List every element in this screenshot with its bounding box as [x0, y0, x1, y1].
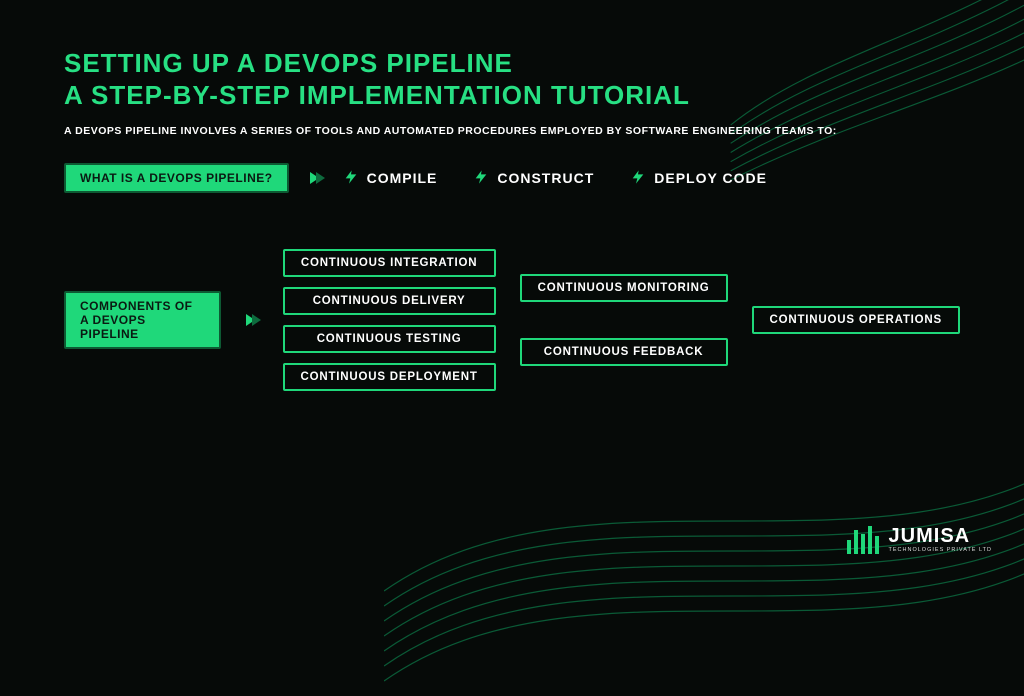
- logo-mark-icon: [847, 526, 879, 554]
- logo-text: JUMISA TECHNOLOGIES PRIVATE LTD: [889, 526, 992, 554]
- component-item: CONTINUOUS FEEDBACK: [520, 338, 728, 366]
- component-item: CONTINUOUS DELIVERY: [283, 287, 496, 315]
- section-components: COMPONENTS OF A DEVOPS PIPELINE CONTINUO…: [64, 249, 960, 391]
- title-line-1: SETTING UP A DEVOPS PIPELINE: [64, 48, 513, 78]
- component-item: CONTINUOUS DEPLOYMENT: [283, 363, 496, 391]
- action-label: COMPILE: [367, 170, 438, 186]
- action-construct: CONSTRUCT: [473, 169, 594, 188]
- bolt-icon: [630, 169, 646, 188]
- logo-name: JUMISA: [889, 526, 992, 546]
- page-title: SETTING UP A DEVOPS PIPELINE A STEP-BY-S…: [64, 48, 960, 111]
- components-col-3: CONTINUOUS OPERATIONS: [752, 306, 960, 334]
- logo-subtitle: TECHNOLOGIES PRIVATE LTD: [889, 548, 992, 554]
- component-item: CONTINUOUS INTEGRATION: [283, 249, 496, 277]
- arrow-right-icon: [243, 311, 261, 329]
- bolt-icon: [473, 169, 489, 188]
- arrow-right-icon: [307, 169, 325, 187]
- components-col-2: CONTINUOUS MONITORING CONTINUOUS FEEDBAC…: [520, 274, 728, 366]
- component-item: CONTINUOUS TESTING: [283, 325, 496, 353]
- action-compile: COMPILE: [343, 169, 438, 188]
- section-what-is: WHAT IS A DEVOPS PIPELINE? COMPILE CONST…: [64, 163, 960, 193]
- components-columns: CONTINUOUS INTEGRATION CONTINUOUS DELIVE…: [283, 249, 961, 391]
- bolt-icon: [343, 169, 359, 188]
- intro-text: A DEVOPS PIPELINE INVOLVES A SERIES OF T…: [64, 125, 960, 137]
- components-label: COMPONENTS OF A DEVOPS PIPELINE: [64, 291, 221, 349]
- action-deploy: DEPLOY CODE: [630, 169, 767, 188]
- title-line-2: A STEP-BY-STEP IMPLEMENTATION TUTORIAL: [64, 80, 690, 110]
- component-item: CONTINUOUS OPERATIONS: [752, 306, 960, 334]
- action-label: DEPLOY CODE: [654, 170, 767, 186]
- brand-logo: JUMISA TECHNOLOGIES PRIVATE LTD: [847, 526, 992, 554]
- action-label: CONSTRUCT: [497, 170, 594, 186]
- components-col-1: CONTINUOUS INTEGRATION CONTINUOUS DELIVE…: [283, 249, 496, 391]
- component-item: CONTINUOUS MONITORING: [520, 274, 728, 302]
- what-is-label: WHAT IS A DEVOPS PIPELINE?: [64, 163, 289, 193]
- actions-list: COMPILE CONSTRUCT DEPLOY CODE: [343, 169, 767, 188]
